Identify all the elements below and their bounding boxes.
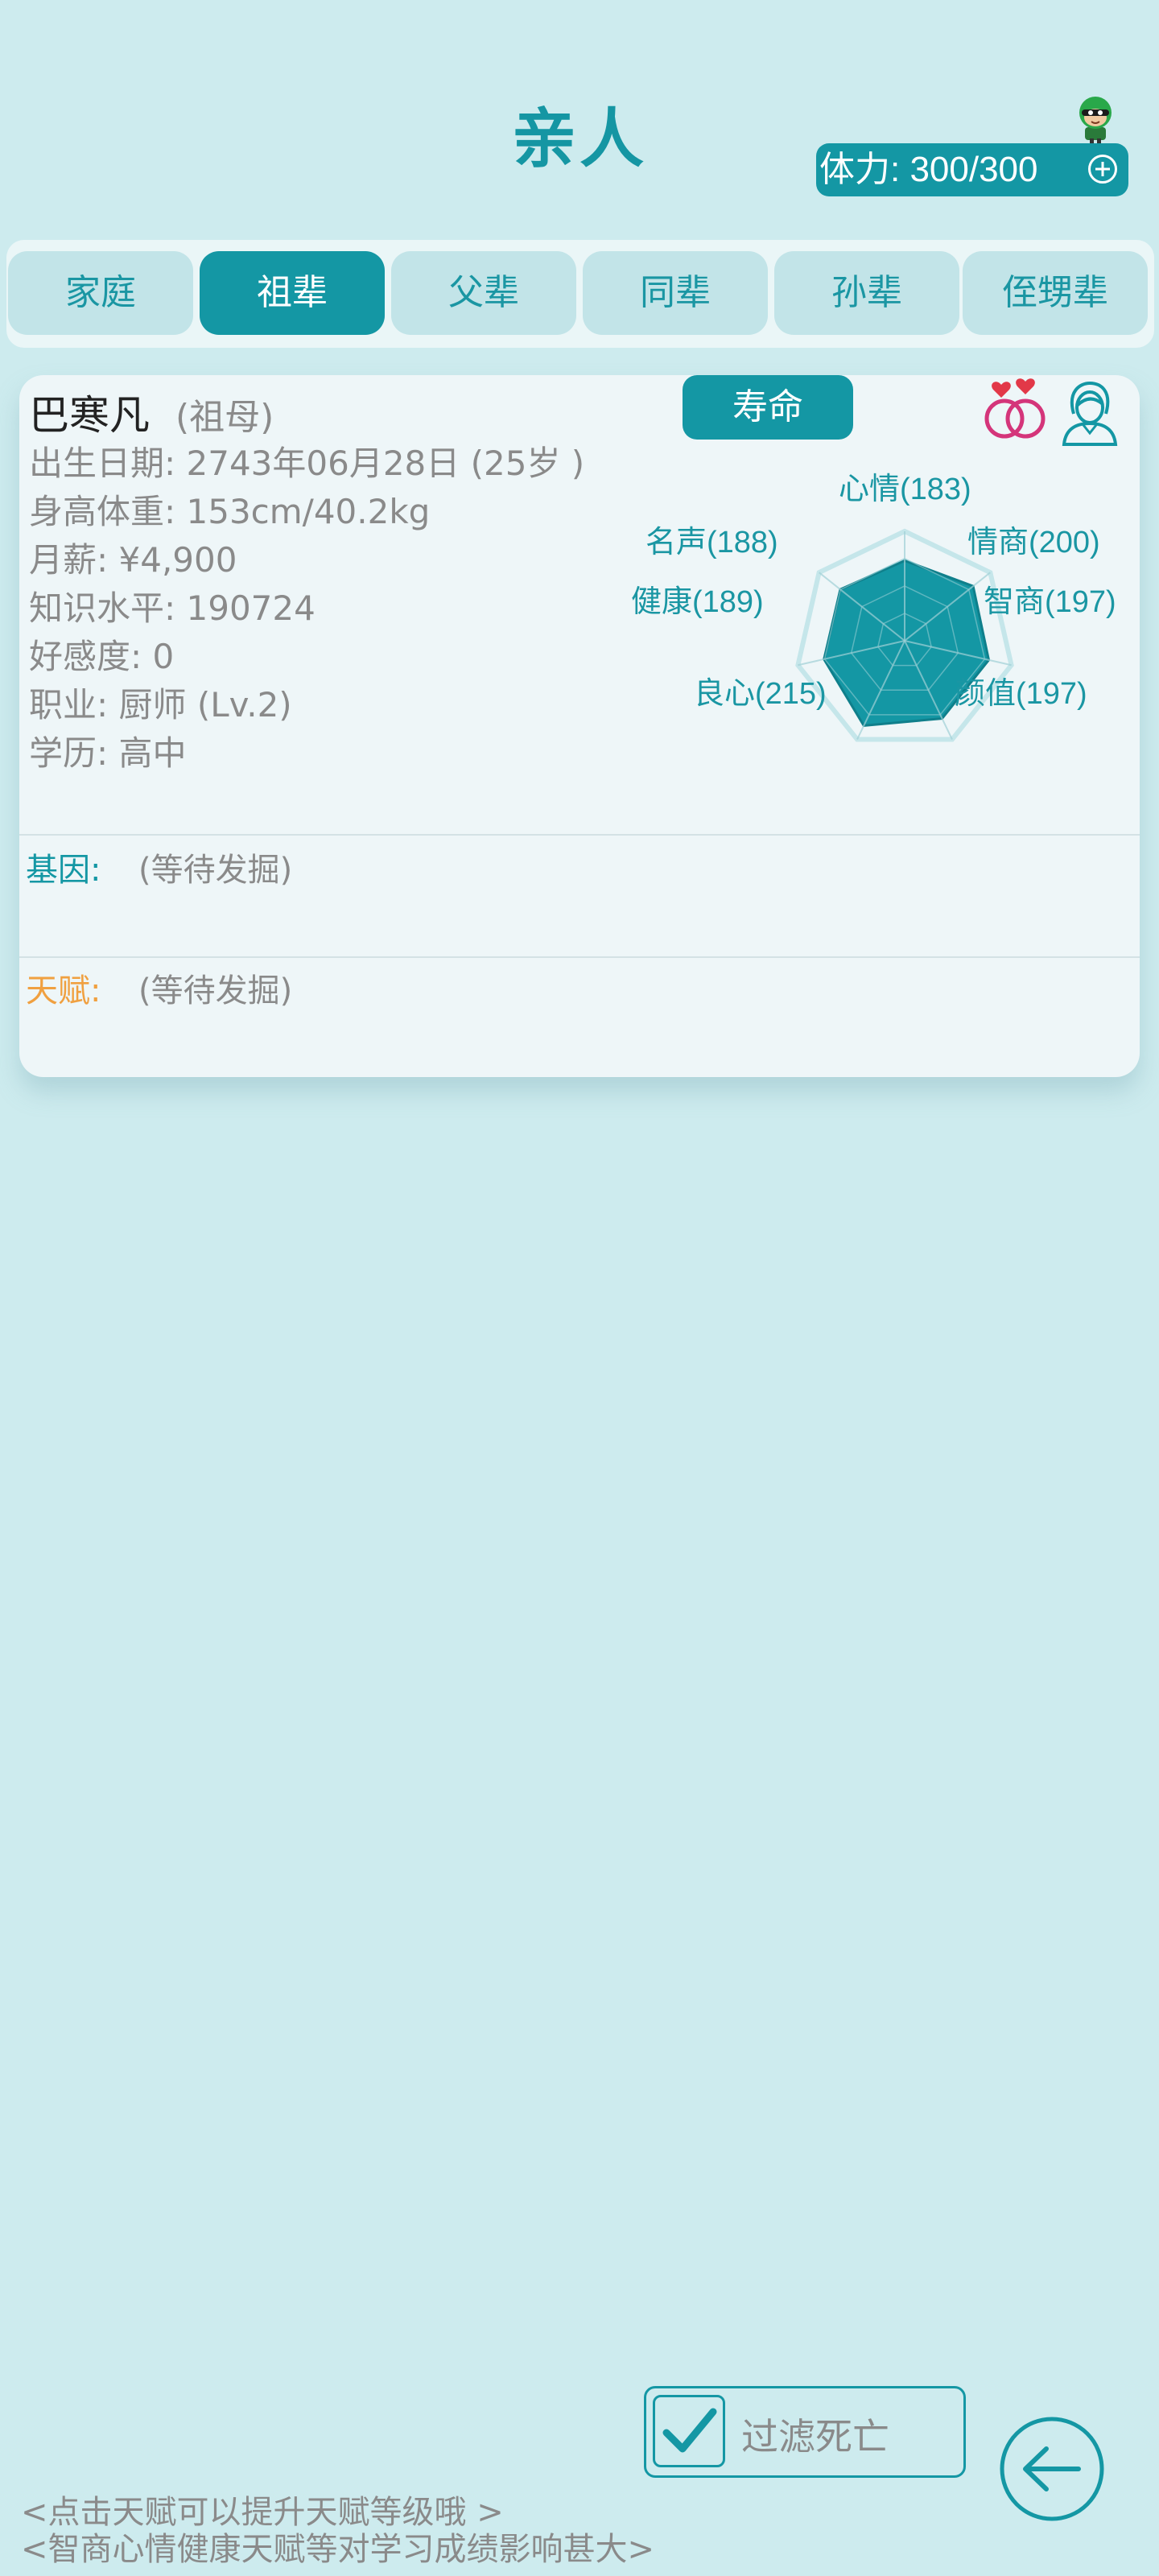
radar-label-0: 心情(183) [839, 473, 971, 506]
radar-label-3: 颜值(197) [955, 677, 1087, 711]
tab-grandchildren[interactable]: 孙辈 [774, 251, 959, 335]
tab-grandparents[interactable]: 祖辈 [200, 251, 385, 335]
tab-parents[interactable]: 父辈 [391, 251, 576, 335]
plus-circle-icon[interactable] [1088, 155, 1117, 184]
radar-label-6: 名声(188) [645, 526, 778, 559]
player-avatar-icon[interactable] [1070, 92, 1120, 145]
generation-tab-bar: 家庭 祖辈 父辈 同辈 孙辈 侄甥辈 [6, 240, 1154, 348]
checkmark-icon [662, 2408, 717, 2453]
occupation: 职业: 厨师 (Lv.2) [29, 685, 292, 724]
divider [19, 834, 1140, 836]
wedding-rings-icon[interactable] [979, 378, 1053, 443]
tip-study-influence: <智商心情健康天赋等对学习成绩影响甚大> [21, 2531, 655, 2568]
talent-value[interactable]: (等待发掘) [138, 964, 292, 1011]
tab-peers[interactable]: 同辈 [583, 251, 768, 335]
stamina-display[interactable]: 体力: 300/300 [816, 143, 1128, 196]
height-weight: 身高体重: 153cm/40.2kg [29, 492, 431, 531]
woman-portrait-icon[interactable] [1059, 382, 1120, 446]
back-arrow-icon[interactable] [998, 2415, 1106, 2523]
knowledge-level: 知识水平: 190724 [29, 588, 316, 628]
radar-label-1: 情商(200) [967, 526, 1100, 559]
radar-label-2: 智商(197) [984, 585, 1116, 619]
radar-label-4: 良心(215) [694, 677, 827, 711]
education: 学历: 高中 [29, 733, 187, 773]
talent-label: 天赋: [26, 972, 101, 1009]
divider [19, 956, 1140, 958]
affection: 好感度: 0 [29, 637, 175, 676]
monthly-salary: 月薪: ¥4,900 [29, 540, 237, 580]
filter-label: 过滤死亡 [741, 2415, 889, 2458]
relative-relation: (祖母) [175, 397, 274, 438]
attribute-radar-chart: 心情(183) 情商(200) 智商(197) 颜值(197) 良心(215) 健康(18… [631, 473, 1140, 786]
tab-family[interactable]: 家庭 [8, 251, 193, 335]
relative-name: 巴寒凡 [29, 392, 150, 439]
filter-dead-toggle[interactable]: 过滤死亡 [644, 2386, 966, 2478]
birth-date: 出生日期: 2743年06月28日 (25岁 ) [29, 444, 585, 483]
relative-info-list: 出生日期: 2743年06月28日 (25岁 ) 身高体重: 153cm/40.… [29, 440, 584, 778]
radar-label-5: 健康(189) [631, 585, 764, 619]
lifespan-button[interactable]: 寿命 [683, 375, 853, 440]
genes-value[interactable]: (等待发掘) [138, 844, 292, 890]
tip-talent-upgrade: <点击天赋可以提升天赋等级哦 > [21, 2494, 504, 2531]
tab-nephews[interactable]: 侄甥辈 [963, 251, 1148, 335]
tips: <点击天赋可以提升天赋等级哦 > <智商心情健康天赋等对学习成绩影响甚大> [21, 2494, 654, 2568]
genes-label: 基因: [26, 852, 101, 889]
relative-card[interactable]: 巴寒凡 (祖母) 寿命 出生日期: 2743年06月28日 (25岁 ) 身高体… [19, 375, 1140, 1077]
stamina-label: 体力: 300/300 [819, 150, 1038, 189]
filter-checkbox[interactable] [653, 2395, 725, 2467]
